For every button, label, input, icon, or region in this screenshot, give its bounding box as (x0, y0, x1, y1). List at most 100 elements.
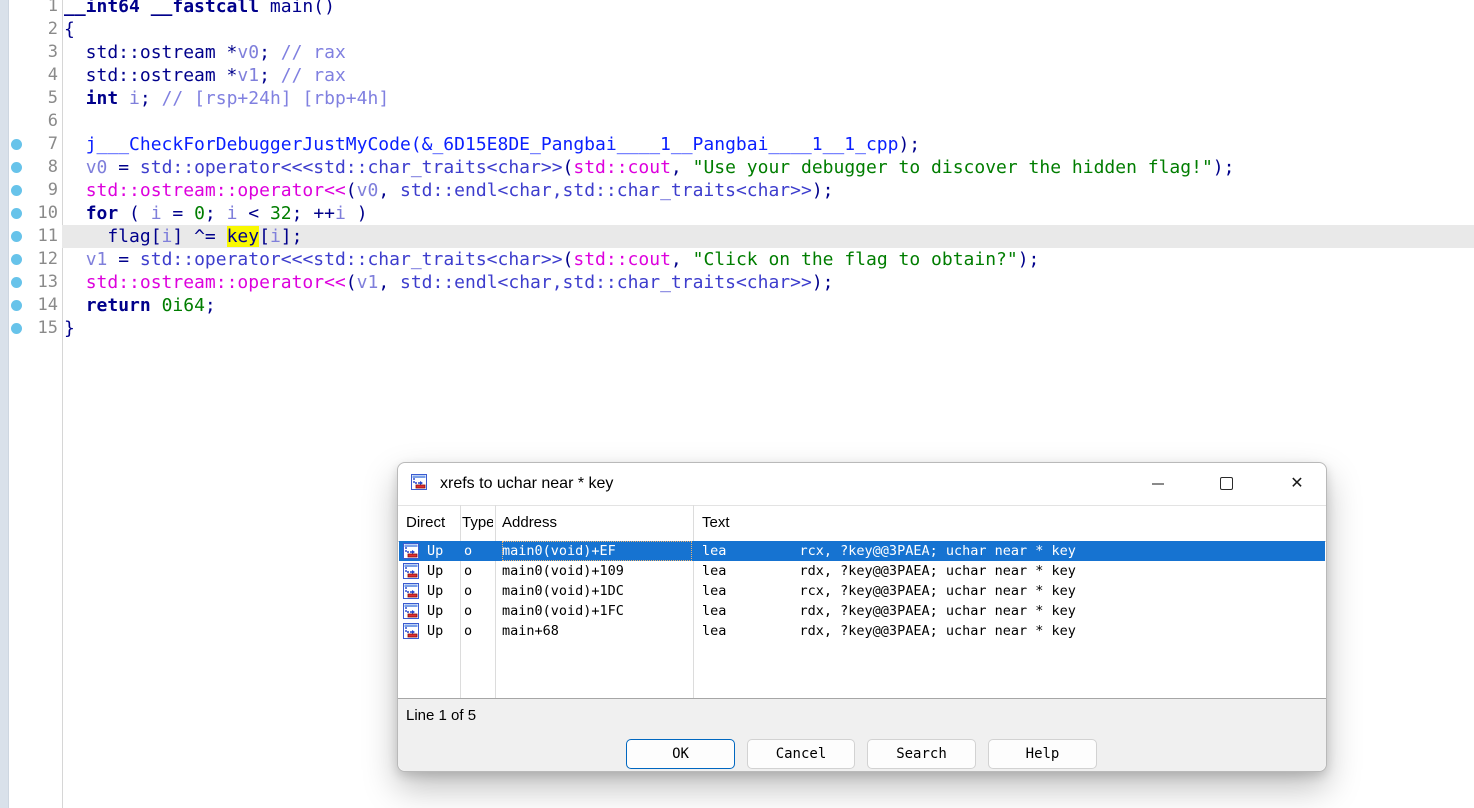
code-line[interactable]: 5 int i; // [rsp+24h] [rbp+4h] (0, 87, 1474, 110)
dialog-title: xrefs to uchar near * key (440, 463, 613, 505)
address-dot (0, 133, 34, 156)
code-text: __int64 __fastcall main() (62, 0, 1474, 18)
address-dot (0, 64, 34, 87)
cell-direction: Up (427, 601, 443, 621)
address-dot (0, 202, 34, 225)
column-header-type[interactable]: Type (462, 505, 493, 541)
line-number: 12 (34, 248, 58, 271)
code-text: { (62, 18, 1474, 41)
line-number: 9 (34, 179, 58, 202)
address-dot (0, 41, 34, 64)
code-text: } (62, 317, 1474, 340)
xref-row[interactable]: Up o main+68 lea rdx, ?key@@3PAEA; uchar ne… (399, 621, 1325, 641)
cancel-button[interactable]: Cancel (747, 739, 855, 769)
code-lines: 1__int64 __fastcall main()2{3 std::ostre… (0, 0, 1474, 340)
address-dot (0, 248, 34, 271)
line-number: 8 (34, 156, 58, 179)
line-number: 1 (34, 0, 58, 18)
address-dot (0, 317, 34, 340)
code-line[interactable]: 1__int64 __fastcall main() (0, 0, 1474, 18)
xref-dialog: xrefs to uchar near * key ✕ Direct Type … (397, 462, 1327, 772)
code-text: j___CheckForDebuggerJustMyCode(&_6D15E8D… (62, 133, 1474, 156)
xref-row[interactable]: Upomain0(void)+109lea rdx, ?key@@3PAEA; … (399, 561, 1325, 581)
code-line[interactable]: 6 (0, 110, 1474, 133)
column-header-text[interactable]: Text (702, 505, 1102, 541)
line-number: 7 (34, 133, 58, 156)
column-header-direction[interactable]: Direct (406, 505, 458, 541)
cell-text: lea rcx, ?key@@3PAEA; uchar near * key (702, 541, 1076, 561)
cell-type: o (464, 621, 472, 641)
xref-table-header: Direct Type Address Text (398, 505, 1326, 542)
cell-address: main+68 (502, 621, 692, 641)
code-text (62, 110, 1474, 133)
line-number: 10 (34, 202, 58, 225)
xref-row[interactable]: Up o main0(void)+EF lea rcx, ?key@@3PAEA; u… (399, 541, 1325, 561)
xref-row[interactable]: Upomain0(void)+1FClea rdx, ?key@@3PAEA; … (399, 601, 1325, 621)
dialog-titlebar[interactable]: xrefs to uchar near * key ✕ (398, 463, 1326, 506)
cell-text: lea rdx, ?key@@3PAEA; uchar near * key (702, 601, 1076, 621)
address-dot (0, 0, 34, 18)
xref-icon (403, 623, 419, 639)
search-button[interactable]: Search (867, 739, 976, 769)
cell-type: o (464, 541, 472, 561)
cell-type: o (464, 561, 472, 581)
address-dot (0, 294, 34, 317)
close-icon[interactable]: ✕ (1277, 463, 1317, 505)
cell-direction: Up (427, 541, 443, 561)
line-number: 11 (34, 225, 58, 248)
code-text: std::ostream *v0; // rax (62, 41, 1474, 64)
code-text: int i; // [rsp+24h] [rbp+4h] (62, 87, 1474, 110)
code-text: for ( i = 0; i < 32; ++i ) (62, 202, 1474, 225)
code-line[interactable]: 2{ (0, 18, 1474, 41)
line-number: 6 (34, 110, 58, 133)
code-line[interactable]: 7 j___CheckForDebuggerJustMyCode(&_6D15E… (0, 133, 1474, 156)
code-line[interactable]: 8 v0 = std::operator<<<std::char_traits<… (0, 156, 1474, 179)
code-line[interactable]: 13 std::ostream::operator<<(v1, std::end… (0, 271, 1474, 294)
address-dot (0, 179, 34, 202)
code-text: flag[i] ^= key[i]; (62, 225, 1474, 248)
xref-icon (403, 583, 419, 599)
code-line[interactable]: 4 std::ostream *v1; // rax (0, 64, 1474, 87)
xref-table: Up o main0(void)+EF lea rcx, ?key@@3PAEA; u… (399, 541, 1325, 641)
code-line[interactable]: 3 std::ostream *v0; // rax (0, 41, 1474, 64)
dialog-footer: Line 1 of 5 OK Cancel Search Help (398, 699, 1326, 771)
xref-icon (403, 543, 419, 559)
line-number: 2 (34, 18, 58, 41)
code-text: v0 = std::operator<<<std::char_traits<ch… (62, 156, 1474, 179)
cell-text: lea rdx, ?key@@3PAEA; uchar near * key (702, 621, 1076, 641)
cell-address: main0(void)+1FC (502, 601, 692, 621)
code-text: std::ostream::operator<<(v0, std::endl<c… (62, 179, 1474, 202)
code-text: std::ostream *v1; // rax (62, 64, 1474, 87)
code-line[interactable]: 11 flag[i] ^= key[i]; (0, 225, 1474, 248)
help-button[interactable]: Help (988, 739, 1097, 769)
cell-direction: Up (427, 581, 443, 601)
column-header-address[interactable]: Address (502, 505, 690, 541)
line-number: 14 (34, 294, 58, 317)
line-number: 13 (34, 271, 58, 294)
ok-button[interactable]: OK (626, 739, 735, 769)
minimize-icon[interactable] (1138, 463, 1178, 505)
maximize-icon[interactable] (1206, 463, 1246, 505)
code-text: return 0i64; (62, 294, 1474, 317)
line-number: 3 (34, 41, 58, 64)
cell-address: main0(void)+EF (502, 541, 692, 561)
code-text: v1 = std::operator<<<std::char_traits<ch… (62, 248, 1474, 271)
code-line[interactable]: 9 std::ostream::operator<<(v0, std::endl… (0, 179, 1474, 202)
line-number: 4 (34, 64, 58, 87)
address-dot (0, 271, 34, 294)
code-line[interactable]: 12 v1 = std::operator<<<std::char_traits… (0, 248, 1474, 271)
code-line[interactable]: 14 return 0i64; (0, 294, 1474, 317)
code-line[interactable]: 15} (0, 317, 1474, 340)
address-dot (0, 18, 34, 41)
xref-row[interactable]: Upomain0(void)+1DClea rcx, ?key@@3PAEA; … (399, 581, 1325, 601)
xref-icon (403, 563, 419, 579)
address-dot (0, 110, 34, 133)
cell-direction: Up (427, 621, 443, 641)
cell-address: main0(void)+109 (502, 561, 692, 581)
cell-direction: Up (427, 561, 443, 581)
code-line[interactable]: 10 for ( i = 0; i < 32; ++i ) (0, 202, 1474, 225)
xref-dialog-icon (411, 474, 431, 494)
cell-type: o (464, 581, 472, 601)
status-line: Line 1 of 5 (406, 707, 476, 724)
xref-icon (403, 603, 419, 619)
